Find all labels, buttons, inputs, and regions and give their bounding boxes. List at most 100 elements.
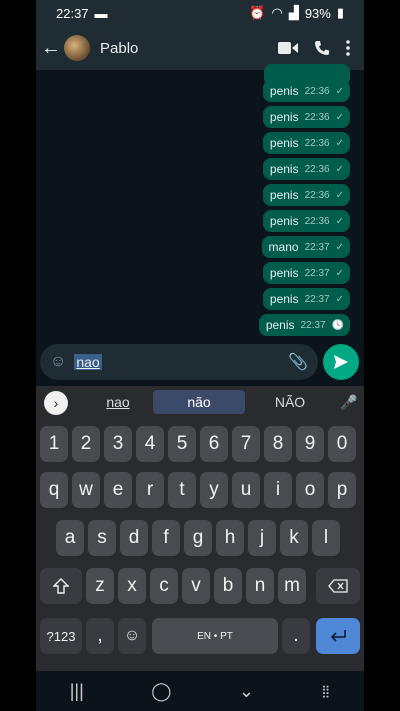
attach-icon[interactable]: 📎 — [288, 352, 308, 372]
sent-check-icon: ✓ — [335, 241, 344, 253]
emoji-key[interactable]: ☺ — [118, 618, 146, 654]
message-time: 22:36 — [304, 189, 330, 201]
contact-name[interactable]: Pablo — [100, 40, 138, 57]
key-m[interactable]: m — [278, 568, 306, 604]
key-e[interactable]: e — [104, 472, 132, 508]
message-bubble[interactable]: penis 22:37 🕓 — [258, 314, 350, 336]
key-v[interactable]: v — [182, 568, 210, 604]
backspace-key[interactable] — [316, 568, 360, 604]
period-key[interactable]: . — [282, 618, 310, 654]
key-l[interactable]: l — [312, 520, 340, 556]
key-r[interactable]: r — [136, 472, 164, 508]
key-1[interactable]: 1 — [40, 426, 68, 462]
back-arrow-icon[interactable]: ← — [40, 37, 62, 60]
comma-key[interactable]: , — [86, 618, 114, 654]
message-text: penis — [269, 162, 299, 176]
shift-icon — [53, 578, 69, 594]
send-icon — [334, 355, 348, 369]
key-x[interactable]: x — [118, 568, 146, 604]
sent-check-icon: ✓ — [335, 189, 344, 201]
key-s[interactable]: s — [88, 520, 116, 556]
shift-key[interactable] — [40, 568, 82, 604]
key-i[interactable]: i — [264, 472, 292, 508]
key-4[interactable]: 4 — [136, 426, 164, 462]
expand-toolbar-icon[interactable]: › — [44, 391, 68, 415]
send-button[interactable] — [323, 344, 359, 380]
key-2[interactable]: 2 — [72, 426, 100, 462]
message-list[interactable]: penis 22:36 ✓ penis 22:36 ✓ penis 22:36 … — [36, 64, 364, 340]
sent-check-icon: ✓ — [335, 85, 344, 97]
video-call-icon[interactable] — [278, 41, 298, 55]
suggestion-item[interactable]: nao — [88, 390, 148, 414]
suggestion-item[interactable]: NÃO — [260, 390, 320, 414]
battery-percent: 93% — [304, 5, 331, 21]
message-bubble[interactable]: penis 22:37 ✓ — [262, 262, 350, 284]
key-7[interactable]: 7 — [232, 426, 260, 462]
key-d[interactable]: d — [120, 520, 148, 556]
key-o[interactable]: o — [296, 472, 324, 508]
key-t[interactable]: t — [168, 472, 196, 508]
key-a[interactable]: a — [56, 520, 84, 556]
key-5[interactable]: 5 — [168, 426, 196, 462]
key-6[interactable]: 6 — [200, 426, 228, 462]
key-g[interactable]: g — [184, 520, 212, 556]
key-9[interactable]: 9 — [296, 426, 324, 462]
keyboard: › nao não NÃO 🎤 1 2 3 4 5 6 7 8 9 0 q w … — [36, 386, 364, 671]
message-input-text[interactable]: nao — [74, 354, 102, 370]
message-text: penis — [269, 266, 299, 280]
symbols-key[interactable]: ?123 — [40, 618, 82, 654]
key-q[interactable]: q — [40, 472, 68, 508]
microphone-icon[interactable]: 🎤 — [340, 394, 357, 411]
message-text: penis — [269, 136, 299, 150]
key-z[interactable]: z — [86, 568, 114, 604]
message-bubble[interactable]: penis 22:36 ✓ — [262, 106, 350, 128]
key-8[interactable]: 8 — [264, 426, 292, 462]
message-bubble[interactable]: penis 22:37 ✓ — [262, 288, 350, 310]
key-0[interactable]: 0 — [328, 426, 356, 462]
message-bubble[interactable]: penis 22:36 ✓ — [262, 210, 350, 232]
signal-icon: ▟ — [288, 5, 299, 20]
key-y[interactable]: y — [200, 472, 228, 508]
key-n[interactable]: n — [246, 568, 274, 604]
avatar[interactable] — [64, 35, 90, 61]
message-text: penis — [269, 84, 299, 98]
message-input[interactable]: ☺ nao 📎 — [40, 344, 318, 380]
key-u[interactable]: u — [232, 472, 260, 508]
sent-check-icon: ✓ — [335, 267, 344, 279]
key-f[interactable]: f — [152, 520, 180, 556]
emoji-icon[interactable]: ☺ — [50, 353, 66, 371]
key-w[interactable]: w — [72, 472, 100, 508]
message-time: 22:37 — [300, 319, 326, 331]
more-options-icon[interactable] — [346, 40, 350, 56]
message-bubble[interactable]: penis 22:36 ✓ — [262, 132, 350, 154]
home-icon[interactable]: ◯ — [151, 681, 171, 702]
suggestion-strip: › nao não NÃO 🎤 — [36, 386, 364, 420]
emoji-icon: ☺ — [123, 627, 141, 644]
message-time: 22:36 — [304, 111, 330, 123]
key-h[interactable]: h — [216, 520, 244, 556]
message-bubble[interactable]: penis 22:36 ✓ — [262, 184, 350, 206]
sent-check-icon: ✓ — [335, 137, 344, 149]
alarm-icon: ⏰ — [249, 5, 266, 20]
key-k[interactable]: k — [280, 520, 308, 556]
key-j[interactable]: j — [248, 520, 276, 556]
key-b[interactable]: b — [214, 568, 242, 604]
message-text: penis — [269, 188, 299, 202]
message-bubble[interactable]: penis 22:36 ✓ — [262, 80, 350, 102]
recent-apps-icon[interactable]: ||| — [70, 681, 84, 702]
wifi-icon: ◠ — [271, 5, 283, 20]
message-bubble[interactable]: penis 22:36 ✓ — [262, 158, 350, 180]
suggestion-item[interactable]: não — [153, 390, 245, 414]
phone-call-icon[interactable] — [314, 40, 330, 56]
space-key[interactable]: EN • PT — [152, 618, 278, 654]
key-3[interactable]: 3 — [104, 426, 132, 462]
back-chevron-icon[interactable]: ⌄ — [239, 681, 254, 702]
key-p[interactable]: p — [328, 472, 356, 508]
enter-key[interactable] — [316, 618, 360, 654]
message-time: 22:36 — [304, 163, 330, 175]
key-c[interactable]: c — [150, 568, 178, 604]
message-text: penis — [269, 292, 299, 306]
message-bubble[interactable]: mano 22:37 ✓ — [261, 236, 350, 258]
message-time: 22:37 — [304, 267, 330, 279]
keyboard-switch-icon[interactable]: ⣿ — [321, 684, 330, 698]
